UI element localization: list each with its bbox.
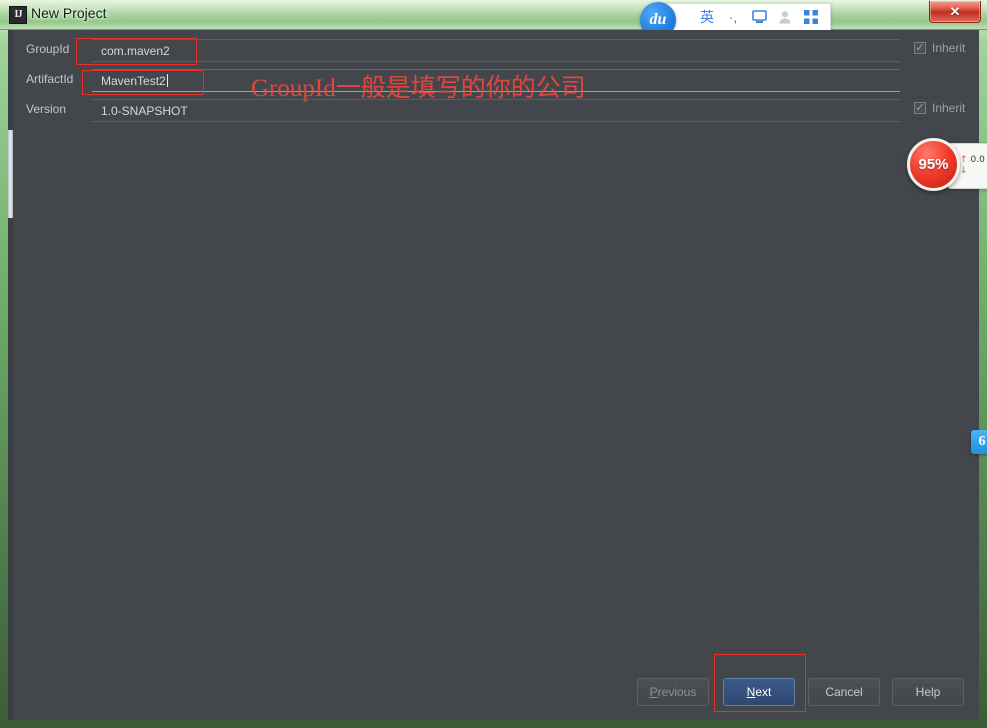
ime-punctuation-mode-icon[interactable]: ·, <box>720 5 746 29</box>
annotation-text: GroupId一般是填写的你的公司 <box>251 75 586 102</box>
ime-toolbox-grid-icon[interactable] <box>798 5 824 29</box>
app-icon: IJ <box>9 6 27 24</box>
accelerator-ball[interactable]: 95% <box>907 138 960 191</box>
checkbox-icon[interactable]: ✓ <box>914 102 926 114</box>
title-bar[interactable]: IJ New Project ✕ <box>0 0 987 30</box>
next-button[interactable]: Next <box>723 678 795 706</box>
upload-speed-value: 0.0 <box>970 155 985 165</box>
window-title: New Project <box>31 5 107 21</box>
dialog-button-bar: Previous Next Cancel Help <box>8 654 979 712</box>
ime-user-account-icon[interactable] <box>772 5 798 29</box>
checkbox-icon[interactable]: ✓ <box>914 42 926 54</box>
close-button[interactable]: ✕ <box>929 1 981 23</box>
groupid-input[interactable]: com.maven2 <box>92 39 900 62</box>
left-scrollbar-thumb[interactable] <box>8 130 13 218</box>
version-inherit-label: Inherit <box>932 101 966 115</box>
previous-button[interactable]: Previous <box>637 678 709 706</box>
help-button[interactable]: Help <box>892 678 964 706</box>
text-caret <box>166 74 168 87</box>
arrow-down-icon: ↓ <box>960 166 968 176</box>
new-project-dialog: GroupId com.maven2 ✓ Inherit ArtifactId … <box>8 30 979 720</box>
groupid-inherit-label: Inherit <box>932 41 966 55</box>
artifactid-value: MavenTest2 <box>101 74 168 88</box>
groupid-inherit-checkbox[interactable]: ✓ Inherit <box>914 41 965 55</box>
groupid-value: com.maven2 <box>101 44 170 58</box>
groupid-label: GroupId <box>26 42 70 56</box>
upload-speed-line: ↑ 0.0 <box>960 155 987 166</box>
download-speed-line: ↓ <box>960 166 987 177</box>
ime-language-mode-icon[interactable]: 英 <box>694 5 720 29</box>
version-inherit-checkbox[interactable]: ✓ Inherit <box>914 101 965 115</box>
ime-soft-keyboard-icon[interactable] <box>746 5 772 29</box>
form-row-groupid: GroupId com.maven2 ✓ Inherit <box>16 39 971 62</box>
artifactid-label: ArtifactId <box>26 72 74 86</box>
dock-app-icon[interactable]: 6 <box>971 430 987 454</box>
version-value: 1.0-SNAPSHOT <box>101 104 188 118</box>
window-frame: IJ New Project ✕ du 英 ·, GroupId com.mav… <box>0 0 987 728</box>
ime-toolbar[interactable]: du 英 ·, <box>640 2 831 38</box>
version-label: Version <box>26 102 67 116</box>
cancel-button[interactable]: Cancel <box>808 678 880 706</box>
left-scrollbar-track[interactable] <box>8 30 13 720</box>
arrow-up-icon: ↑ <box>960 155 968 165</box>
